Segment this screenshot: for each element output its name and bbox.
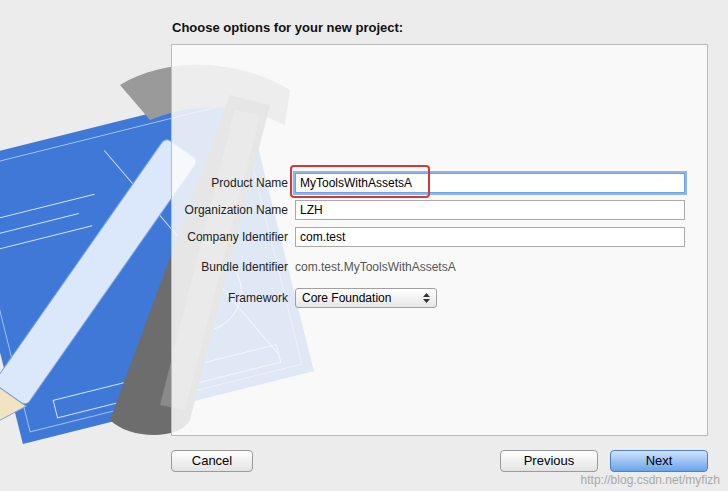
field-row: Product Name MyToolsWithAssetsA xyxy=(172,169,685,196)
field-label: Bundle Identifier xyxy=(172,258,288,276)
watermark: http://blog.csdn.net/myfizh xyxy=(581,471,720,489)
field-row: Organization Name LZH xyxy=(172,196,685,223)
dialog-heading: Choose options for your new project: xyxy=(0,0,728,36)
text-field[interactable]: LZH xyxy=(295,200,685,220)
text-field[interactable]: com.test xyxy=(295,227,685,247)
dialog-button[interactable]: Previous xyxy=(500,450,598,472)
new-project-options-window: Choose options for your new project: Prod… xyxy=(0,0,728,491)
field-row: Company Identifier com.test xyxy=(172,223,685,250)
dialog-button[interactable]: Next xyxy=(610,450,708,472)
field-label: Product Name xyxy=(172,174,288,192)
dialog-button[interactable]: Cancel xyxy=(171,450,253,472)
field-row: Bundle Identifier com.test.MyToolsWithAss… xyxy=(172,250,685,284)
field-row: Framework Core Foundation xyxy=(172,284,685,311)
button-bar: Cancel Previous Next xyxy=(0,450,728,472)
static-value: com.test.MyToolsWithAssetsA xyxy=(295,258,456,276)
text-field[interactable]: MyToolsWithAssetsA xyxy=(295,173,685,193)
field-label: Organization Name xyxy=(172,201,288,219)
options-panel: Product Name MyToolsWithAssetsA Organizati… xyxy=(171,44,708,436)
popup-arrows-icon xyxy=(423,293,430,303)
framework-popup[interactable]: Core Foundation xyxy=(295,288,437,308)
field-label: Framework xyxy=(172,289,288,307)
highlight-annotation xyxy=(290,165,430,198)
field-label: Company Identifier xyxy=(172,228,288,246)
